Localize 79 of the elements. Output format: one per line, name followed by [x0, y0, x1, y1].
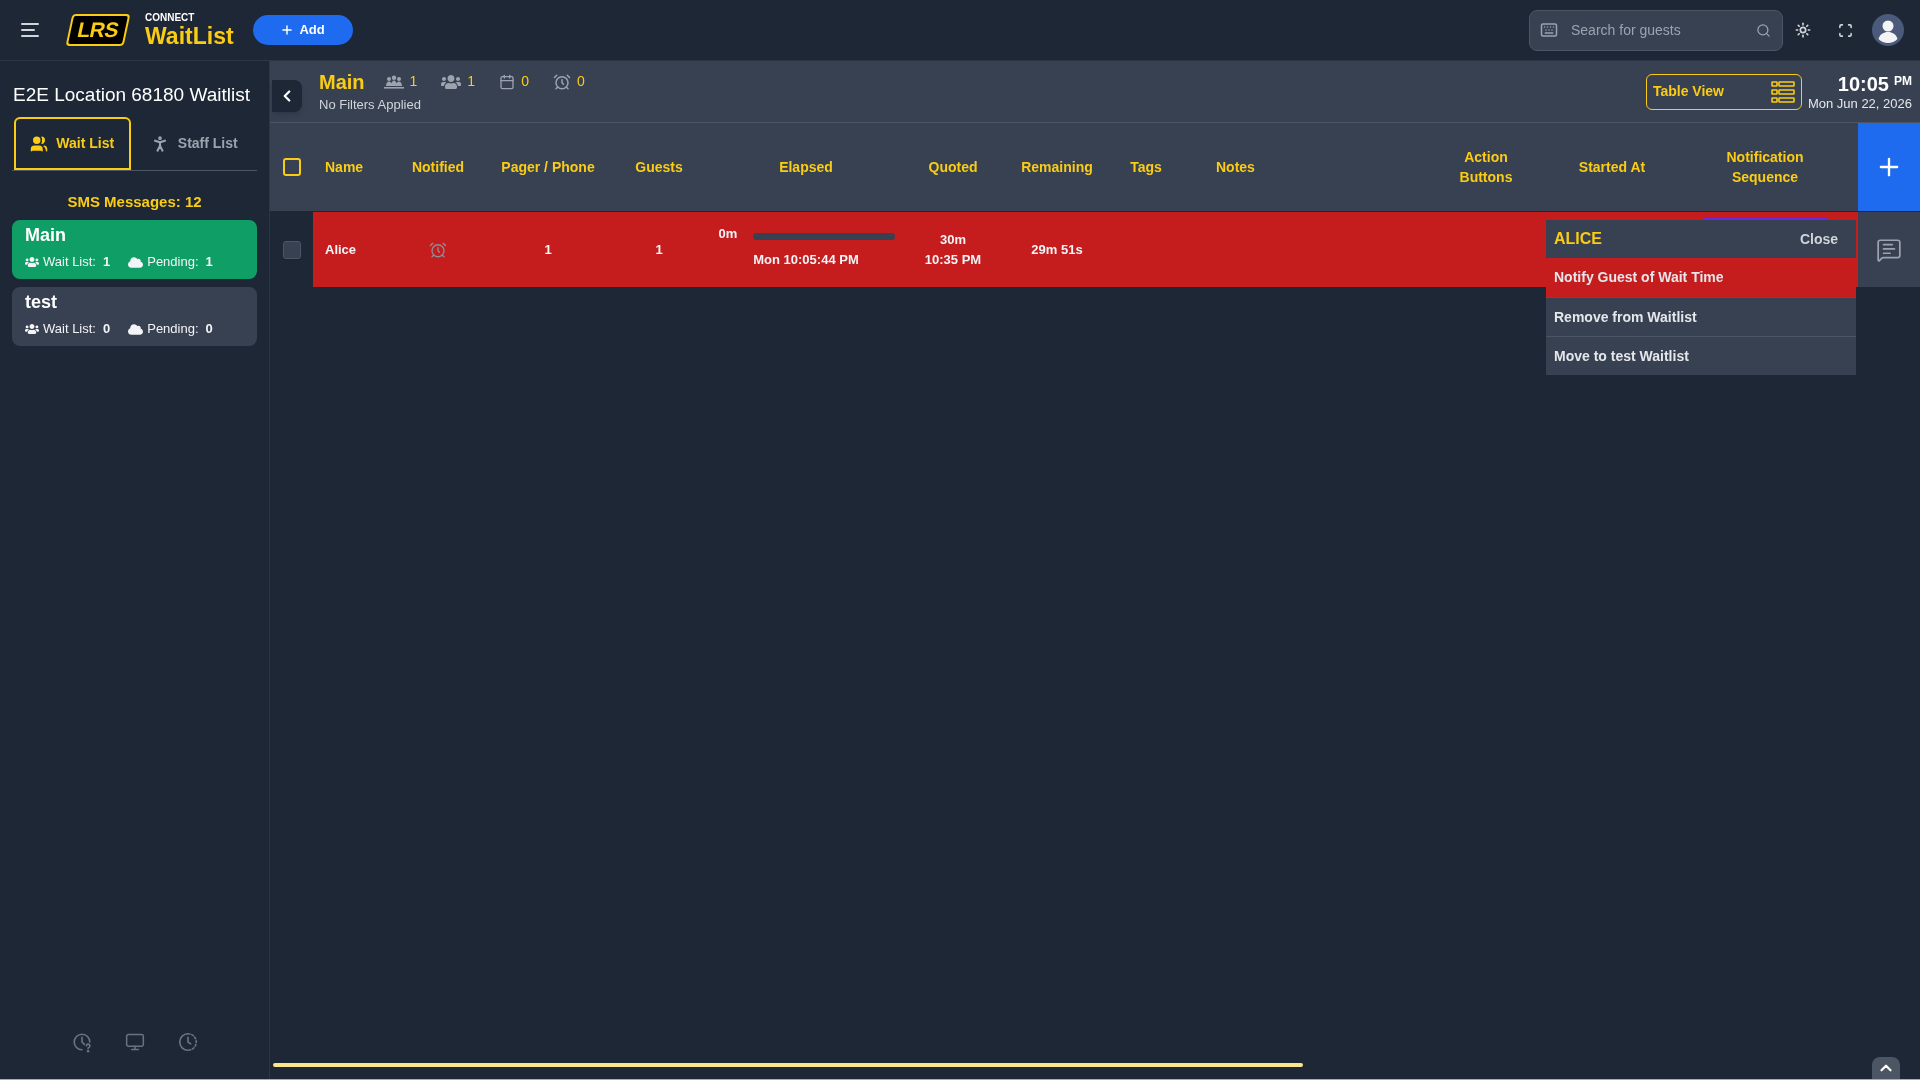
- pending-label: Pending:: [147, 253, 199, 271]
- pending-count: 0: [205, 320, 213, 338]
- column-header[interactable]: Notes: [1216, 157, 1255, 177]
- app-overline: CONNECT: [145, 11, 196, 24]
- waitlist-card[interactable]: test Wait List: 0 Pending: 0: [12, 287, 257, 346]
- alarm-clock-icon: [552, 72, 571, 91]
- horizontal-scrollbar-thumb[interactable]: [273, 1063, 1303, 1067]
- count-value: 1: [467, 72, 476, 91]
- clock-icon[interactable]: [176, 1031, 199, 1053]
- calendar-icon: [499, 73, 516, 90]
- group-icon: [25, 255, 39, 269]
- pending-count: 1: [205, 253, 213, 271]
- quoted-clock-time: 10:35 PM: [924, 250, 982, 269]
- notes-button[interactable]: [1858, 212, 1920, 287]
- brightness-icon[interactable]: [1795, 22, 1811, 38]
- current-date: Mon Jun 22, 2026: [1807, 95, 1912, 112]
- monitor-icon[interactable]: [124, 1032, 145, 1052]
- pager-number: 1: [544, 240, 552, 259]
- column-header[interactable]: Elapsed: [779, 157, 833, 177]
- avatar-icon[interactable]: [1872, 14, 1904, 46]
- keyboard-icon: [1540, 20, 1558, 39]
- cloud-icon: [128, 254, 144, 270]
- pending-label: Pending:: [147, 320, 199, 338]
- menu-item[interactable]: Notify Guest of Wait Time: [1546, 258, 1856, 297]
- clock-meridiem: PM: [1894, 73, 1912, 88]
- clock-time: 10:05: [1837, 71, 1889, 96]
- column-header[interactable]: Started At: [1578, 157, 1646, 177]
- column-header[interactable]: Pager / Phone: [501, 157, 595, 177]
- filter-status: No Filters Applied: [319, 95, 422, 114]
- menu-icon[interactable]: [21, 23, 39, 37]
- location-title: E2E Location 68180 Waitlist: [12, 83, 251, 107]
- message-icon: [1876, 236, 1902, 263]
- scroll-top-button[interactable]: [1872, 1057, 1900, 1079]
- column-header[interactable]: Action Buttons: [1438, 147, 1534, 187]
- column-header[interactable]: Tags: [1130, 157, 1162, 177]
- tab[interactable]: Staff List: [130, 117, 257, 170]
- checkbox[interactable]: [282, 240, 301, 259]
- app-title: WaitList: [145, 23, 234, 49]
- waitlist-name: Main: [25, 224, 66, 247]
- list-view-icon: [1770, 79, 1795, 104]
- search-icon[interactable]: [1756, 22, 1771, 38]
- search-field[interactable]: Search for guests: [1529, 9, 1783, 51]
- sms-count: SMS Messages: 12: [66, 192, 203, 212]
- cloud-icon: [128, 321, 144, 337]
- column-header[interactable]: Notified: [411, 157, 465, 177]
- quoted-time: 30m: [940, 230, 966, 249]
- count-value: 0: [521, 72, 529, 91]
- wait-list-count: 1: [103, 253, 111, 271]
- table-view-button[interactable]: Table View: [1645, 73, 1802, 110]
- remaining-time: 29m 51s: [1031, 240, 1083, 259]
- group-icon: [25, 322, 39, 336]
- people-row-icon: [383, 74, 404, 89]
- waitlist-name: test: [25, 291, 57, 314]
- close-button[interactable]: Close: [1799, 228, 1838, 250]
- check-in-time: Mon 10:05:44 PM: [753, 250, 859, 269]
- add-button[interactable]: Add: [252, 15, 353, 45]
- logo: LRS: [65, 14, 131, 46]
- count-value: 0: [576, 72, 585, 91]
- clock-question-icon[interactable]: [70, 1031, 93, 1053]
- column-header[interactable]: Notification Sequence: [1717, 147, 1813, 187]
- users-icon: [30, 134, 49, 153]
- column-header[interactable]: Name: [325, 157, 364, 177]
- guest-count: 1: [655, 240, 663, 259]
- column-header[interactable]: Quoted: [928, 157, 978, 177]
- fullscreen-icon[interactable]: [1838, 22, 1853, 38]
- list-title: Main: [319, 69, 365, 94]
- tab[interactable]: Wait List: [14, 117, 131, 170]
- menu-title: ALICE: [1554, 229, 1602, 249]
- collapse-button[interactable]: [272, 80, 302, 112]
- waitlist-card[interactable]: Main Wait List: 1 Pending: 1: [12, 220, 257, 279]
- count-value: 1: [409, 72, 418, 91]
- plus-icon: [280, 23, 295, 37]
- wait-list-label: Wait List:: [43, 320, 96, 338]
- wait-list-label: Wait List:: [43, 253, 96, 271]
- column-header[interactable]: Guests: [635, 157, 683, 177]
- elapsed-time: 0m: [718, 225, 738, 243]
- column-header[interactable]: Remaining: [1021, 157, 1093, 177]
- wait-list-count: 0: [103, 320, 111, 338]
- guest-name: Alice: [325, 240, 357, 259]
